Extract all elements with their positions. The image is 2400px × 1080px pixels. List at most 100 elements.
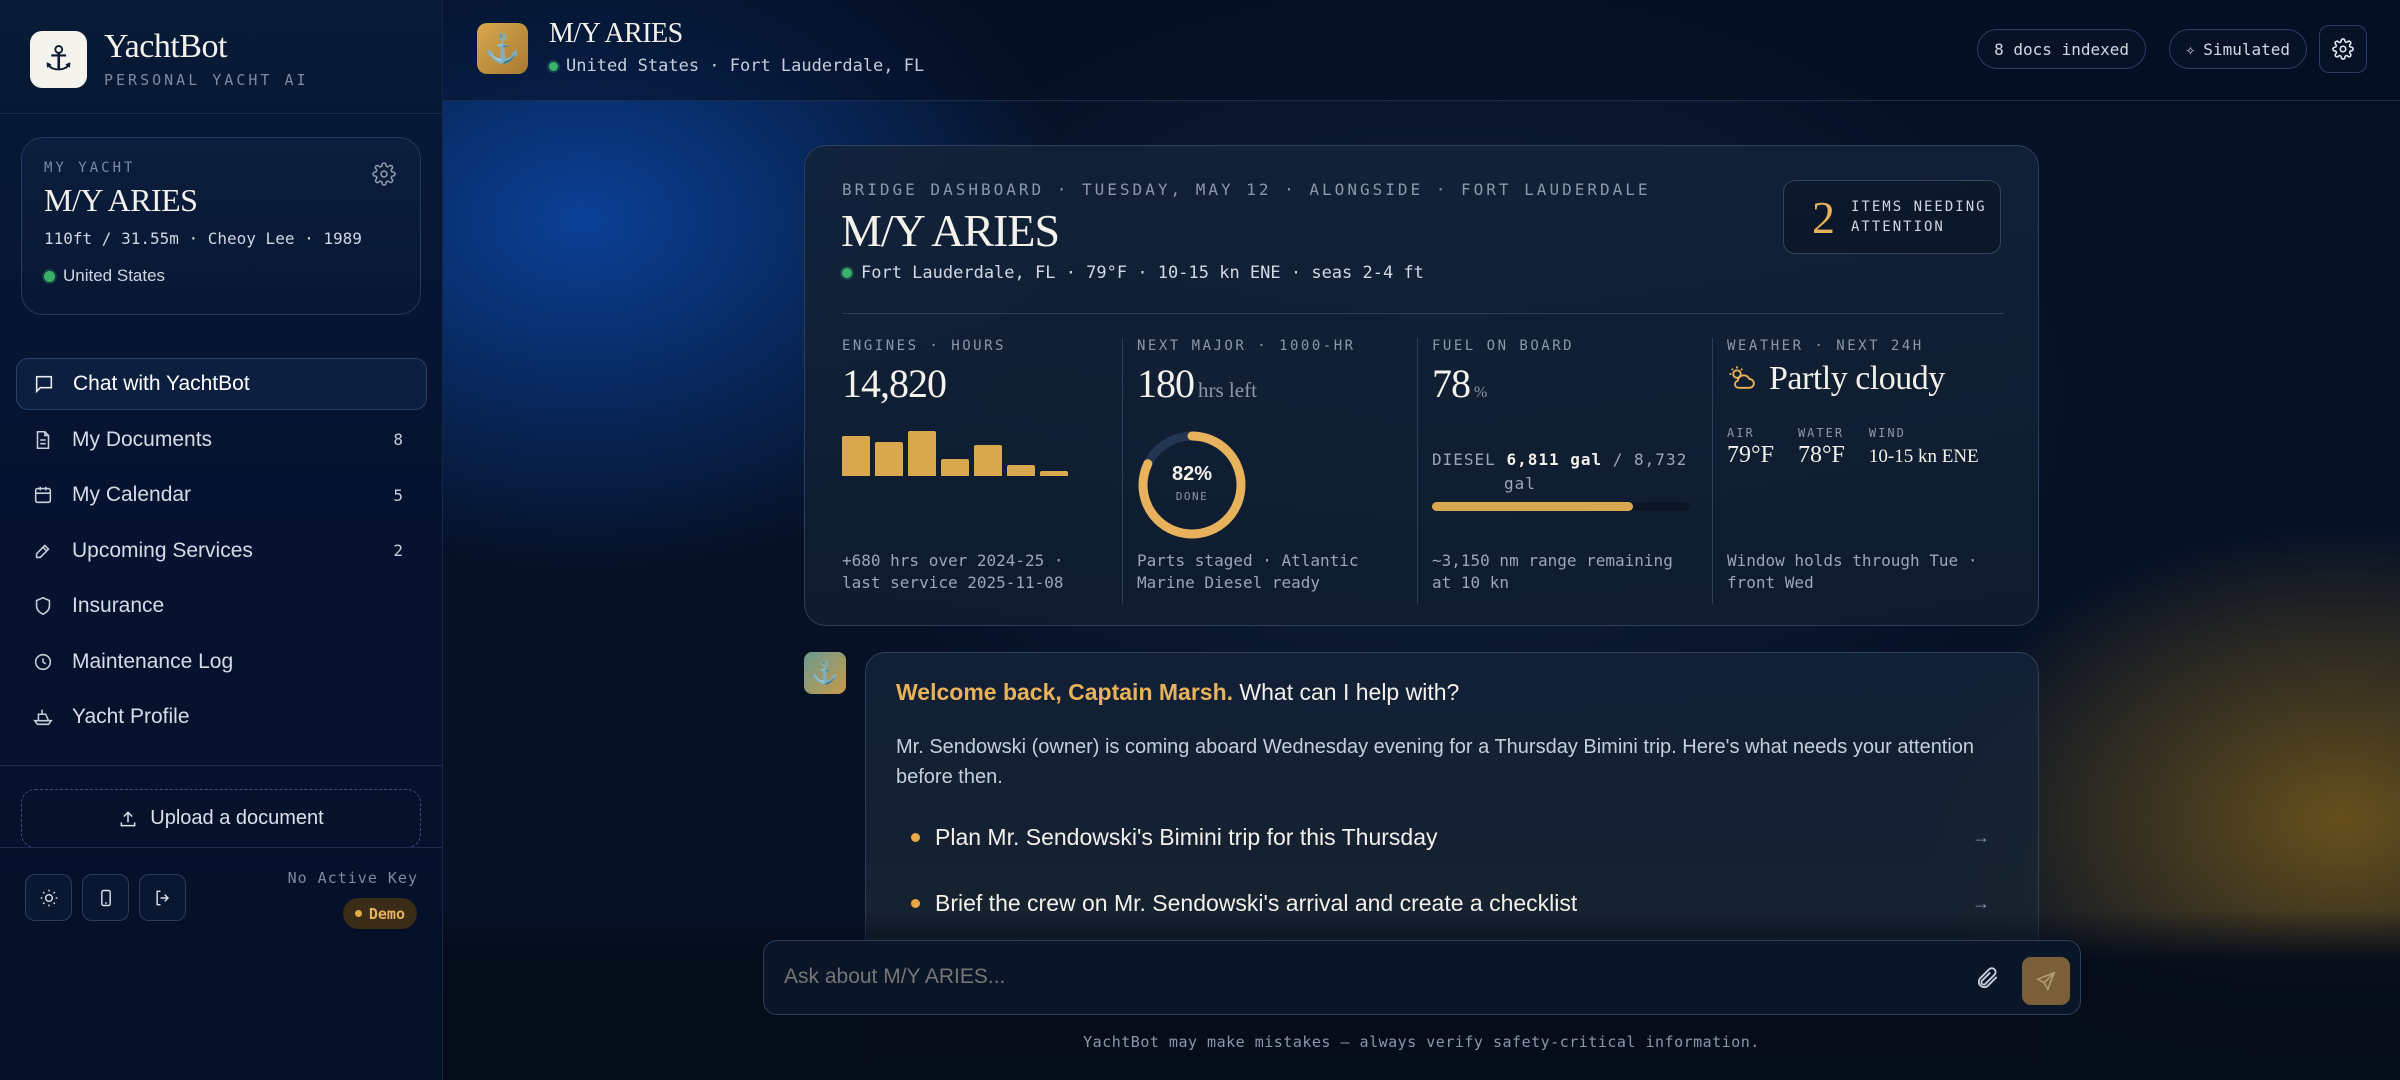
suggestion-item[interactable]: Plan Mr. Sendowski's Bimini trip for thi… <box>896 804 2008 870</box>
divider <box>1417 338 1418 604</box>
water-temp: WATER 78°F <box>1798 426 1845 469</box>
weather-summary-text: Partly cloudy <box>1769 360 1945 397</box>
stat-label: NEXT MAJOR · 1000-HR <box>1137 338 1356 354</box>
air-temp: AIR 79°F <box>1727 426 1774 469</box>
engine-hours-value: 14,820 <box>842 361 947 406</box>
engines-foot-1: +680 hrs over 2024-25 · <box>842 551 1064 570</box>
divider <box>0 765 443 766</box>
sidebar-item-label: Yacht Profile <box>72 705 190 728</box>
attention-badge[interactable]: 2 ITEMS NEEDING ATTENTION <box>1783 180 2001 254</box>
stat-label: FUEL ON BOARD <box>1432 338 1575 354</box>
sidebar-item-chat[interactable]: Chat with YachtBot <box>16 358 427 410</box>
message-composer <box>763 940 2081 1015</box>
logout-icon <box>155 890 169 905</box>
engine-hours-bar <box>842 436 870 476</box>
mobile-view-button[interactable] <box>82 874 129 921</box>
sun-icon <box>40 889 57 906</box>
welcome-greeting: Welcome back, Captain Marsh. <box>896 679 1234 705</box>
bullet <box>911 832 920 842</box>
water-value: 78°F <box>1797 442 1845 468</box>
phone-icon <box>100 889 111 906</box>
progress-sub: DONE <box>1175 490 1209 503</box>
sidebar-item-profile[interactable]: Yacht Profile <box>16 691 427 743</box>
mode-pill[interactable]: ✧ Simulated <box>2168 29 2307 69</box>
status-dot <box>842 268 852 278</box>
air-value: 79°F <box>1727 442 1774 468</box>
fuel-stat: FUEL ON BOARD 78% DIESEL 6,811 gal / 8,7… <box>1432 338 1692 604</box>
sidebar-item-services[interactable]: Upcoming Services 2 <box>16 525 427 577</box>
status-dot <box>44 270 55 282</box>
sidebar-item-documents[interactable]: My Documents 8 <box>16 414 427 466</box>
brand-name: YachtBot <box>104 28 227 65</box>
air-label: AIR <box>1727 426 1755 440</box>
send-button[interactable] <box>2022 957 2070 1005</box>
fuel-capacity: / 8,732 <box>1602 450 1688 469</box>
yacht-card-label: MY YACHT <box>44 160 136 176</box>
logout-button[interactable] <box>139 874 186 921</box>
docs-indexed-pill[interactable]: 8 docs indexed <box>1977 29 2146 69</box>
weather-foot-2: front Wed <box>1727 573 1814 592</box>
main-area: ⚓ M/Y ARIES United States · Fort Lauderd… <box>443 0 2400 1080</box>
brand-tagline: PERSONAL YACHT AI <box>104 71 309 89</box>
yacht-country-label: United States <box>63 266 166 285</box>
brand: ⚓ YachtBot PERSONAL YACHT AI <box>30 28 309 89</box>
mode-badge-label: Demo <box>368 904 405 923</box>
topbar-location-label: United States · Fort Lauderdale, FL <box>566 56 925 76</box>
progress-value: 82% <box>1171 463 1213 485</box>
sidebar-item-insurance[interactable]: Insurance <box>16 580 427 632</box>
divider <box>842 313 2004 314</box>
gear-icon[interactable] <box>372 162 396 186</box>
stat-label: WEATHER · NEXT 24H <box>1727 338 1924 354</box>
chat-icon <box>35 375 53 394</box>
yacht-name: M/Y ARIES <box>44 182 198 218</box>
message-input[interactable] <box>784 965 1884 989</box>
disclaimer: YachtBot may make mistakes — always veri… <box>1083 1033 1760 1051</box>
anchor-icon: ⚓ <box>30 30 87 88</box>
theme-toggle-button[interactable] <box>25 874 72 921</box>
weather-foot-1: Window holds through Tue · <box>1727 551 1978 570</box>
bullet <box>911 898 920 908</box>
sidebar-item-label: My Documents <box>72 427 213 451</box>
calendar-icon <box>34 486 52 504</box>
sidebar-item-label: Insurance <box>72 594 165 617</box>
wind: WIND 10-15 kn ENE <box>1869 426 1979 469</box>
suggestion-label: Plan Mr. Sendowski's Bimini trip for thi… <box>935 823 1438 850</box>
fuel-gallons: 6,811 gal <box>1506 450 1603 469</box>
topbar: ⚓ M/Y ARIES United States · Fort Lauderd… <box>443 0 2400 101</box>
divider <box>0 113 443 114</box>
engines-foot-2: last service 2025-11-08 <box>842 573 1064 592</box>
sidebar-item-label: Chat with YachtBot <box>73 372 250 395</box>
divider <box>0 847 443 848</box>
upload-icon <box>120 810 136 826</box>
clock-icon <box>34 653 52 670</box>
fuel-level-fill <box>1432 502 1634 511</box>
upload-document-button[interactable]: Upload a document <box>21 789 421 848</box>
wrench-icon <box>35 543 50 558</box>
paperclip-icon[interactable] <box>1975 965 2001 991</box>
assistant-avatar-anchor-icon: ⚓ <box>804 652 846 694</box>
engine-hours-bar <box>875 442 903 476</box>
next-major-value: 180 hrs left <box>1137 360 1397 407</box>
settings-button[interactable] <box>2319 25 2367 73</box>
yacht-specs: 110ft / 31.55m · Cheoy Lee · 1989 <box>44 229 362 248</box>
arrow-right-icon: → <box>1972 826 1990 847</box>
weather-summary: Partly cloudy <box>1727 360 2007 398</box>
yacht-card: MY YACHT M/Y ARIES 110ft / 31.55m · Cheo… <box>21 137 421 315</box>
partly-cloudy-icon <box>1729 366 1755 389</box>
fuel-percent-unit: % <box>1474 384 1488 401</box>
attention-label-2: ATTENTION <box>1851 219 1945 235</box>
sidebar-item-calendar[interactable]: My Calendar 5 <box>16 469 427 521</box>
dashboard-title: M/Y ARIES <box>841 205 1060 256</box>
count-badge: 2 <box>393 541 403 560</box>
anchor-icon: ⚓ <box>477 23 528 74</box>
divider <box>1122 338 1123 604</box>
ship-icon <box>33 709 53 726</box>
dashboard-eyebrow: BRIDGE DASHBOARD · TUESDAY, MAY 12 · ALO… <box>842 180 1651 199</box>
divider <box>1712 338 1713 604</box>
welcome-question: What can I help with? <box>1233 679 1460 705</box>
key-status: No Active Key <box>287 869 418 887</box>
sidebar-item-maintenance[interactable]: Maintenance Log <box>16 636 427 688</box>
mode-pill-label: Simulated <box>2203 39 2290 59</box>
fuel-amount: DIESEL 6,811 gal / 8,732 gal <box>1432 448 1687 496</box>
attention-label-1: ITEMS NEEDING <box>1851 199 1987 215</box>
